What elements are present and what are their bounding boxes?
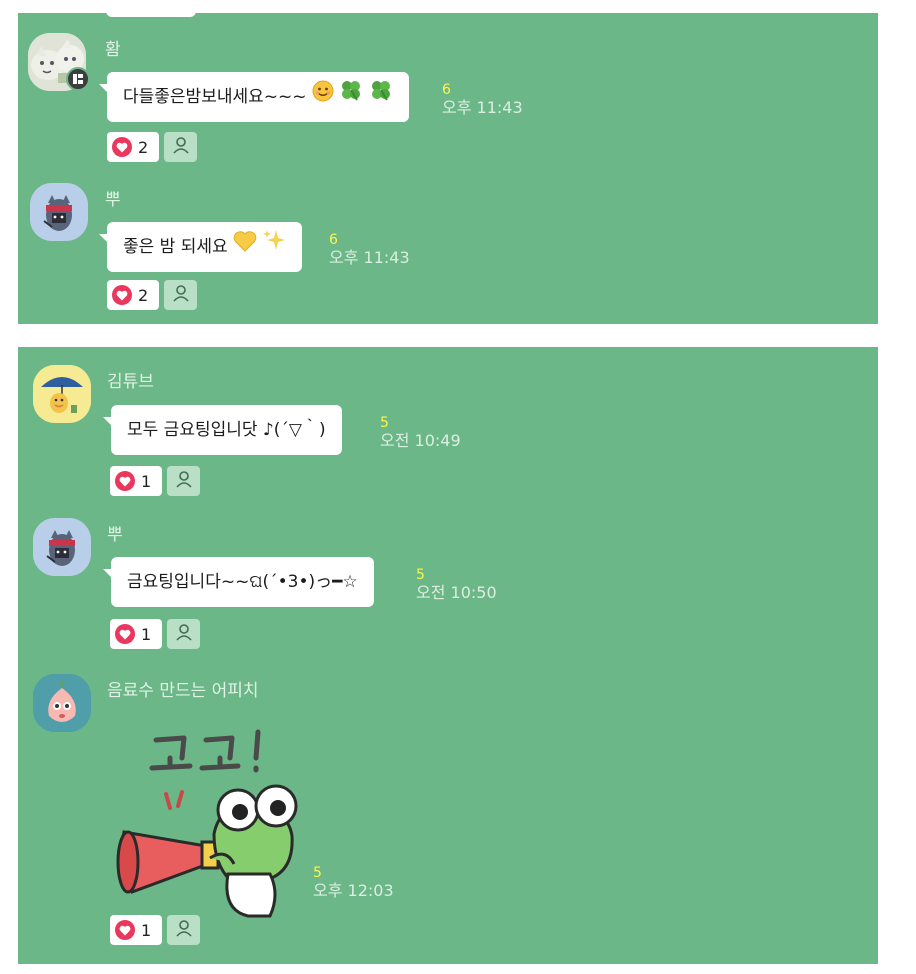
unread-count: 5 xyxy=(416,567,425,583)
sender-name: 뿌 xyxy=(107,525,123,545)
reactors-button[interactable] xyxy=(164,280,197,310)
heart-icon xyxy=(115,624,135,644)
message-text: 다들좋은밤보내세요~~~ xyxy=(123,87,307,107)
message-meta: 6 오후 11:43 xyxy=(442,82,523,118)
heart-icon xyxy=(112,137,132,157)
message-text: 모두 금요팅입니닷 ♪(´▽｀) xyxy=(127,420,326,440)
sticker-image[interactable] xyxy=(110,724,310,924)
sender-name: 음료수 만드는 어피치 xyxy=(107,681,259,701)
smile-emoji-icon xyxy=(312,72,334,122)
message-text: 금요팅입니다~~ଘ(´•3•)っ━☆ xyxy=(127,572,358,592)
message-time: 오후 11:43 xyxy=(329,248,410,267)
chat-panel-top: 홤 다들좋은밤보내세요~~~ 6 오후 11:43 2 뿌 좋은 밤 되세요 6… xyxy=(18,13,878,324)
sender-name: 뿌 xyxy=(105,190,121,210)
sender-name: 홤 xyxy=(105,40,121,60)
message-meta: 5 오후 12:03 xyxy=(313,865,394,901)
unread-count: 6 xyxy=(329,232,338,248)
message-text: 좋은 밤 되세요 xyxy=(123,237,228,257)
avatar[interactable] xyxy=(33,518,91,576)
host-badge-icon xyxy=(66,67,90,91)
clover-emoji-icon xyxy=(369,72,393,122)
message-time: 오후 11:43 xyxy=(442,98,523,117)
person-icon xyxy=(171,135,191,159)
person-icon xyxy=(174,622,194,646)
unread-count: 5 xyxy=(313,865,322,881)
unread-count: 6 xyxy=(442,82,451,98)
sender-name: 김튜브 xyxy=(107,372,154,392)
reactors-button[interactable] xyxy=(164,132,197,162)
heart-count: 1 xyxy=(141,471,152,491)
message-meta: 5 오전 10:50 xyxy=(416,567,497,603)
message-bubble[interactable]: 좋은 밤 되세요 xyxy=(98,222,303,272)
previous-message-bubble-edge xyxy=(106,13,196,17)
person-icon xyxy=(174,918,194,942)
message-meta: 5 오전 10:49 xyxy=(380,415,461,451)
message-bubble[interactable]: 모두 금요팅입니닷 ♪(´▽｀) xyxy=(103,405,342,455)
message-bubble[interactable]: 금요팅입니다~~ଘ(´•3•)っ━☆ xyxy=(103,557,374,607)
message-time: 오전 10:50 xyxy=(416,583,497,602)
heart-reaction-button[interactable]: 1 xyxy=(110,466,162,496)
heart-count: 1 xyxy=(141,624,152,644)
person-icon xyxy=(171,283,191,307)
heart-count: 2 xyxy=(138,285,149,305)
reactors-button[interactable] xyxy=(167,915,200,945)
person-icon xyxy=(174,469,194,493)
heart-icon xyxy=(115,471,135,491)
sparkles-emoji-icon xyxy=(262,222,286,272)
message-bubble[interactable]: 다들좋은밤보내세요~~~ xyxy=(99,72,409,122)
message-time: 오후 12:03 xyxy=(313,881,394,900)
yellow-heart-emoji-icon xyxy=(233,222,257,272)
megaphone-icon xyxy=(116,830,220,894)
unread-count: 5 xyxy=(380,415,389,431)
avatar[interactable] xyxy=(30,183,88,241)
reactors-button[interactable] xyxy=(167,619,200,649)
heart-reaction-button[interactable]: 2 xyxy=(107,132,159,162)
heart-count: 2 xyxy=(138,137,149,157)
heart-icon xyxy=(115,920,135,940)
frog-character xyxy=(209,784,298,918)
heart-reaction-button[interactable]: 1 xyxy=(110,915,162,945)
chat-panel-bottom: 김튜브 모두 금요팅입니닷 ♪(´▽｀) 5 오전 10:49 1 뿌 금요팅입… xyxy=(18,347,878,964)
message-meta: 6 오후 11:43 xyxy=(329,232,410,268)
heart-count: 1 xyxy=(141,920,152,940)
avatar[interactable] xyxy=(33,365,91,423)
heart-reaction-button[interactable]: 1 xyxy=(110,619,162,649)
message-time: 오전 10:49 xyxy=(380,431,461,450)
heart-icon xyxy=(112,285,132,305)
clover-emoji-icon xyxy=(339,72,363,122)
avatar[interactable] xyxy=(33,674,91,732)
heart-reaction-button[interactable]: 2 xyxy=(107,280,159,310)
sticker-lettering xyxy=(149,729,261,773)
reactors-button[interactable] xyxy=(167,466,200,496)
